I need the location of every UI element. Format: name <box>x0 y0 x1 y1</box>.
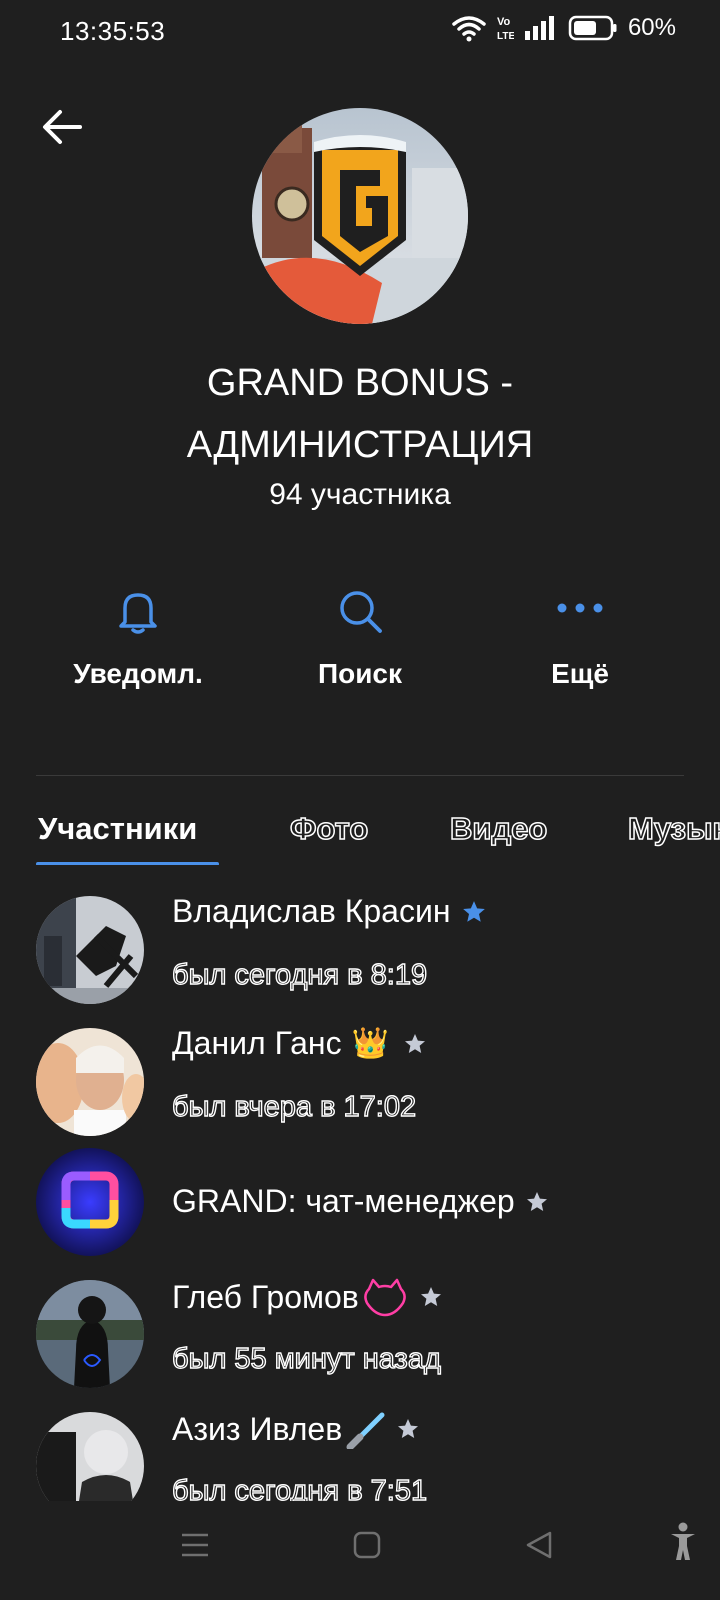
nav-back-button[interactable] <box>524 1530 554 1565</box>
member-name: Азиз Ивлев <box>172 1409 420 1449</box>
battery-percent: 60% <box>627 14 676 41</box>
member-status: был сегодня в 8:19 <box>171 958 428 991</box>
star-gray-icon <box>420 1287 441 1306</box>
menu-button[interactable] <box>180 1530 210 1565</box>
notifications-button[interactable]: Уведомл. <box>38 586 238 690</box>
back-triangle-icon <box>526 1531 552 1559</box>
search-icon <box>340 591 382 633</box>
member-status: был сегодня в 7:51 <box>171 1474 428 1501</box>
tab-music[interactable]: Музыка <box>627 810 720 847</box>
group-title-line-2: АДМИНИСТРАЦИЯ <box>186 424 534 466</box>
more-button[interactable]: Ещё <box>480 586 680 690</box>
svg-text:LTE: LTE <box>497 31 514 42</box>
home-icon <box>353 1531 381 1559</box>
more-dots-icon <box>557 603 603 613</box>
list-item[interactable]: Глеб Громов был 55 минут назад <box>0 1277 720 1388</box>
avatar <box>36 1280 144 1388</box>
tab-members[interactable]: Участники <box>38 811 197 847</box>
cat-heart-icon <box>363 1278 406 1317</box>
group-avatar[interactable] <box>252 108 468 324</box>
action-bar: Уведомл. Поиск Ещё <box>0 586 720 706</box>
member-name: GRAND: чат-менеджер <box>172 1183 549 1220</box>
battery-icon <box>568 15 617 41</box>
status-bar: 13:35:53 Vo LTE 60% <box>0 0 720 66</box>
member-name: Глеб Громов <box>172 1277 443 1317</box>
star-gray-icon <box>526 1191 547 1211</box>
avatar <box>36 1412 144 1501</box>
search-label: Поиск <box>317 658 403 689</box>
avatar <box>36 1148 144 1256</box>
member-name-text: Данил Ганс <box>172 1025 342 1061</box>
accessibility-icon <box>671 1522 695 1560</box>
notifications-label: Уведомл. <box>73 658 203 689</box>
more-label: Ещё <box>551 658 609 689</box>
status-icons: Vo LTE 60% <box>452 14 676 42</box>
arrow-left-icon <box>43 110 82 144</box>
search-button[interactable]: Поиск <box>260 586 460 690</box>
avatar-image <box>36 1028 144 1136</box>
crown-emoji: 👑 <box>351 1027 389 1060</box>
member-status: был вчера в 17:02 <box>171 1090 417 1123</box>
avatar-image <box>36 1412 144 1501</box>
wifi-icon <box>452 16 486 42</box>
list-item[interactable]: Азиз Ивлев был сегодня в 7:51 <box>0 1409 720 1501</box>
member-name-text: Азиз Ивлев <box>172 1410 343 1447</box>
avatar-image <box>36 1280 144 1388</box>
status-time: 13:35:53 <box>60 16 166 46</box>
avatar-image <box>36 1148 144 1256</box>
lightsaber-icon <box>346 1412 385 1449</box>
accessibility-button[interactable] <box>668 1522 698 1567</box>
system-nav-bar <box>0 1500 720 1600</box>
tab-photo[interactable]: Фото <box>289 810 369 847</box>
member-name: Владислав Красин <box>172 893 487 930</box>
bell-icon <box>119 593 157 634</box>
home-button[interactable] <box>352 1530 382 1565</box>
avatar <box>36 896 144 1004</box>
members-list: Владислав Красин был сегодня в 8:19 Дани… <box>0 893 720 1501</box>
signal-icon <box>524 16 554 40</box>
active-tab-indicator <box>36 862 219 865</box>
member-name-text: GRAND: чат-менеджер <box>172 1183 515 1219</box>
member-name-text: Владислав Красин <box>172 893 451 929</box>
divider <box>36 775 684 776</box>
group-logo-image <box>252 108 468 324</box>
member-name-text: Глеб Громов <box>172 1278 359 1315</box>
list-item[interactable]: GRAND: чат-менеджер <box>0 1145 720 1256</box>
member-status: был 55 минут назад <box>171 1342 441 1375</box>
back-button[interactable] <box>38 102 88 152</box>
star-gray-icon <box>404 1033 425 1053</box>
star-gray-icon <box>398 1419 419 1438</box>
list-item[interactable]: Владислав Красин был сегодня в 8:19 <box>0 893 720 1004</box>
group-title-line-1: GRAND BONUS - <box>206 362 514 404</box>
group-title: GRAND BONUS - АДМИНИСТРАЦИЯ <box>100 352 620 476</box>
member-name: Данил Ганс 👑 <box>172 1025 427 1062</box>
tab-bar: Участники Фото Видео Музыка <box>0 805 720 865</box>
star-blue-icon <box>462 900 485 922</box>
avatar <box>36 1028 144 1136</box>
avatar-image <box>36 896 144 1004</box>
volte-icon: Vo LTE <box>497 16 514 42</box>
list-item[interactable]: Данил Ганс 👑 был вчера в 17:02 <box>0 1025 720 1136</box>
svg-text:Vo: Vo <box>497 16 511 28</box>
members-count: 94 участника <box>269 478 451 511</box>
menu-icon <box>182 1533 208 1557</box>
tab-video[interactable]: Видео <box>449 810 548 847</box>
